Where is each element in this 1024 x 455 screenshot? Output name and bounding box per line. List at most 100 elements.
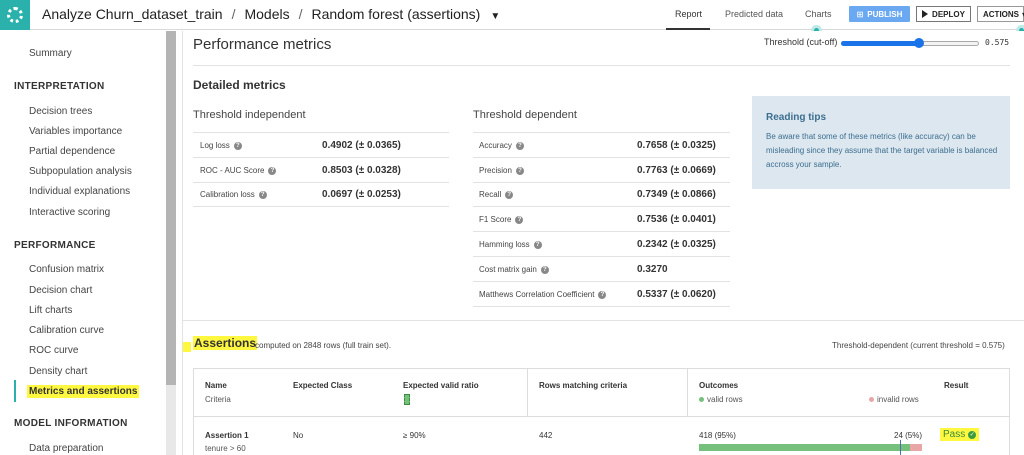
col-header-criteria: Criteria — [205, 395, 231, 404]
col-header-expected-ratio: Expected valid ratio — [403, 381, 479, 390]
publish-button[interactable]: ⊞ PUBLISH — [849, 6, 910, 22]
sidebar-item-summary[interactable]: Summary — [29, 48, 72, 59]
help-icon[interactable]: ? — [515, 166, 524, 175]
reading-tips-title: Reading tips — [766, 112, 827, 123]
threshold-value: 0.575 — [985, 38, 1010, 47]
metric-name: Accuracy — [479, 141, 512, 150]
metric-value-hamming-loss: 0.2342 (± 0.0325) — [637, 239, 716, 250]
help-icon[interactable]: ? — [598, 290, 607, 299]
logo-icon — [7, 7, 23, 23]
tab-charts[interactable]: Charts — [805, 9, 832, 19]
outcome-bar-valid-fill — [699, 444, 910, 451]
metric-name: Precision — [479, 166, 512, 175]
sidebar-item-metrics-and-assertions[interactable]: Metrics and assertions — [27, 385, 140, 398]
publish-label: PUBLISH — [867, 9, 903, 19]
col-header-rows-matching: Rows matching criteria — [539, 381, 628, 390]
assertions-title: Assertions — [193, 336, 258, 350]
threshold-slider-handle[interactable] — [914, 38, 924, 48]
metric-value-recall: 0.7349 (± 0.0866) — [637, 189, 716, 200]
divider — [193, 132, 449, 133]
legend-label: valid rows — [707, 395, 743, 404]
help-icon[interactable]: ? — [268, 166, 277, 175]
table-divider — [687, 368, 688, 416]
deploy-label: DEPLOY — [932, 9, 965, 19]
tab-report[interactable]: Report — [675, 9, 702, 19]
sidebar-item-density-chart[interactable]: Density chart — [29, 366, 87, 377]
metric-value-calibration-loss: 0.0697 (± 0.0253) — [322, 189, 401, 200]
metric-name: ROC - AUC Score — [200, 166, 265, 175]
breadcrumb-models[interactable]: Models — [244, 6, 289, 22]
metric-label-cost-matrix-gain: Cost matrix gain? — [479, 265, 549, 274]
sidebar-item-individual-explanations[interactable]: Individual explanations — [29, 186, 130, 197]
divider — [182, 320, 1024, 321]
help-icon[interactable]: ? — [533, 240, 542, 249]
deploy-button[interactable]: DEPLOY — [916, 6, 971, 22]
sidebar-item-lift-charts[interactable]: Lift charts — [29, 305, 72, 316]
sidebar-item-partial-dependence[interactable]: Partial dependence — [29, 146, 115, 157]
divider — [193, 157, 449, 158]
sidebar-item-subpopulation-analysis[interactable]: Subpopulation analysis — [29, 166, 132, 177]
breadcrumb: Analyze Churn_dataset_train / Models / Rando… — [42, 6, 500, 22]
sidebar-item-calibration-curve[interactable]: Calibration curve — [29, 325, 104, 336]
col-header-expected-class: Expected Class — [293, 381, 353, 390]
model-dropdown-caret-icon[interactable]: ▼ — [490, 11, 500, 22]
assertion-valid-count: 418 (95%) — [699, 431, 736, 440]
publish-icon: ⊞ — [856, 9, 864, 19]
metric-label-calibration-loss: Calibration loss? — [200, 190, 267, 199]
sidebar-item-confusion-matrix[interactable]: Confusion matrix — [29, 264, 104, 275]
help-icon[interactable]: ? — [515, 141, 524, 150]
assertions-subtitle: computed on 2848 rows (full train set). — [255, 341, 392, 350]
metric-label-accuracy: Accuracy? — [479, 141, 524, 150]
metric-value-log-loss: 0.4902 (± 0.0365) — [322, 140, 401, 151]
divider — [473, 157, 730, 158]
sidebar-section-model-information: MODEL INFORMATION — [14, 418, 128, 429]
col-header-name: Name — [205, 381, 227, 390]
help-icon[interactable]: ? — [258, 190, 267, 199]
tab-active-indicator — [666, 28, 710, 30]
sidebar-active-indicator — [14, 380, 16, 402]
help-icon[interactable]: ? — [515, 215, 524, 224]
help-icon[interactable]: ? — [233, 141, 242, 150]
table-divider — [193, 416, 1010, 417]
metric-label-hamming-loss: Hamming loss? — [479, 240, 542, 249]
breadcrumb-separator: / — [231, 6, 236, 22]
metric-value-f1-score: 0.7536 (± 0.0401) — [637, 214, 716, 225]
help-icon[interactable]: ? — [540, 265, 549, 274]
invalid-dot-icon — [869, 397, 874, 402]
divider — [193, 65, 1010, 66]
divider — [473, 256, 730, 257]
metric-name: Hamming loss — [479, 240, 530, 249]
sidebar-item-interactive-scoring[interactable]: Interactive scoring — [29, 207, 110, 218]
assertion-expected-ratio: ≥ 90% — [403, 431, 426, 440]
expected-ratio-marker — [900, 440, 901, 455]
dataiku-logo[interactable] — [0, 0, 30, 30]
metric-value-cost-matrix-gain: 0.3270 — [637, 264, 668, 275]
actions-button[interactable]: ACTIONS▾ — [977, 6, 1024, 22]
sidebar-item-roc-curve[interactable]: ROC curve — [29, 345, 78, 356]
metric-name: Matthews Correlation Coefficient — [479, 290, 595, 299]
metric-value-roc-auc: 0.8503 (± 0.0328) — [322, 165, 401, 176]
sidebar-item-data-preparation[interactable]: Data preparation — [29, 443, 104, 454]
assertion-name: Assertion 1 — [205, 431, 249, 440]
legend-valid-rows: valid rows — [699, 395, 743, 404]
sidebar-item-decision-trees[interactable]: Decision trees — [29, 106, 92, 117]
sidebar-item-variables-importance[interactable]: Variables importance — [29, 126, 122, 137]
threshold-independent-title: Threshold independent — [193, 109, 306, 121]
play-icon — [922, 10, 929, 18]
breadcrumb-model[interactable]: Random forest (assertions) — [311, 6, 480, 22]
page-title: Performance metrics — [193, 36, 332, 53]
ratio-bar-icon — [404, 394, 410, 405]
threshold-slider-fill — [841, 41, 919, 46]
metric-value-precision: 0.7763 (± 0.0669) — [637, 165, 716, 176]
actions-label: ACTIONS — [983, 9, 1019, 19]
breadcrumb-project[interactable]: Analyze Churn_dataset_train — [42, 6, 223, 22]
tab-predicted-data[interactable]: Predicted data — [725, 9, 783, 19]
assertion-criteria: tenure > 60 — [205, 444, 246, 453]
sidebar-item-decision-chart[interactable]: Decision chart — [29, 285, 92, 296]
threshold-dependent-title: Threshold dependent — [473, 109, 577, 121]
reading-tips-text: Be aware that some of these metrics (lik… — [766, 132, 998, 169]
divider — [473, 206, 730, 207]
assertion-expected-class: No — [293, 431, 304, 440]
sidebar-scroll-thumb[interactable] — [166, 31, 176, 385]
help-icon[interactable]: ? — [505, 190, 514, 199]
